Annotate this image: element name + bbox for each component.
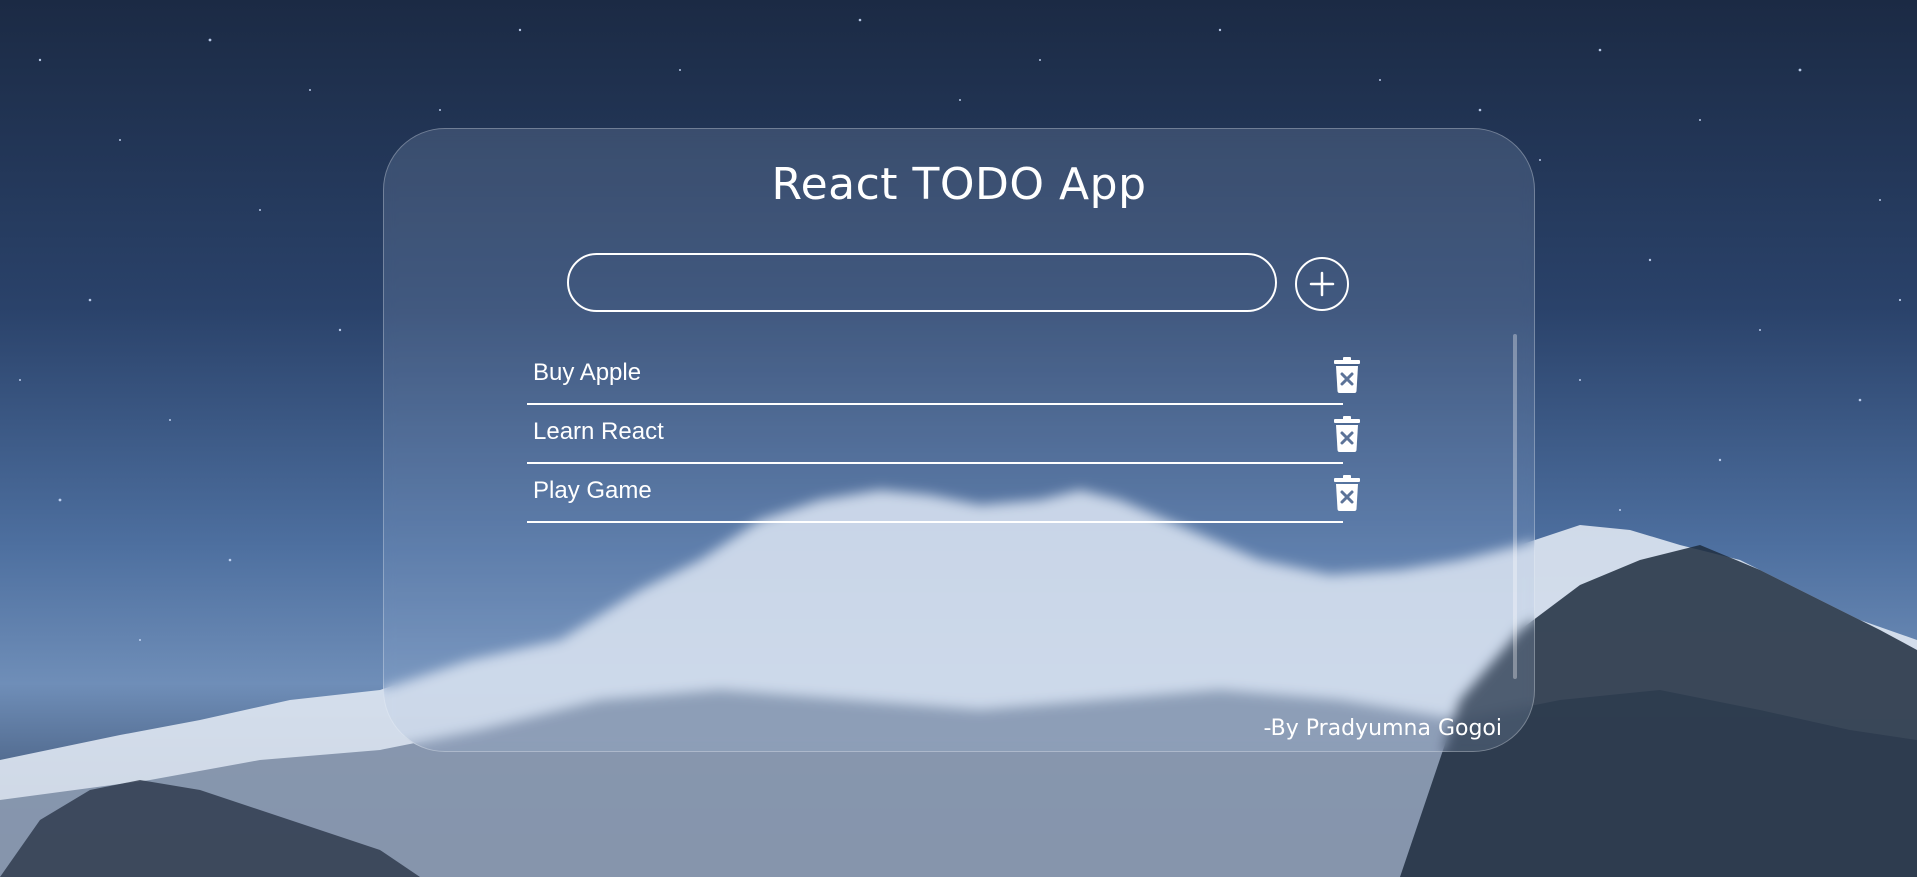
item-divider [527,521,1343,523]
todo-text: Buy Apple [533,359,642,386]
app-title: React TODO App [771,159,1147,210]
list-item: Learn React [527,406,1360,464]
todo-text: Learn React [533,418,664,445]
add-todo-button[interactable] [1295,257,1349,311]
todo-text: Play Game [533,477,652,504]
trash-x-icon[interactable] [1332,357,1362,393]
item-divider [527,403,1343,405]
todo-card: React TODO App Buy Apple Learn React Pla… [383,128,1535,752]
list-scrollbar[interactable] [1513,334,1517,679]
trash-x-icon[interactable] [1332,416,1362,452]
todo-list: Buy Apple Learn React Play Game [527,347,1360,524]
plus-icon [1309,271,1335,297]
trash-x-icon[interactable] [1332,475,1362,511]
todo-input[interactable] [567,253,1277,312]
item-divider [527,462,1343,464]
app-background: React TODO App Buy Apple Learn React Pla… [0,0,1917,877]
author-credit: -By Pradyumna Gogoi [1263,716,1503,741]
list-item: Play Game [527,465,1360,523]
list-item: Buy Apple [527,347,1360,405]
